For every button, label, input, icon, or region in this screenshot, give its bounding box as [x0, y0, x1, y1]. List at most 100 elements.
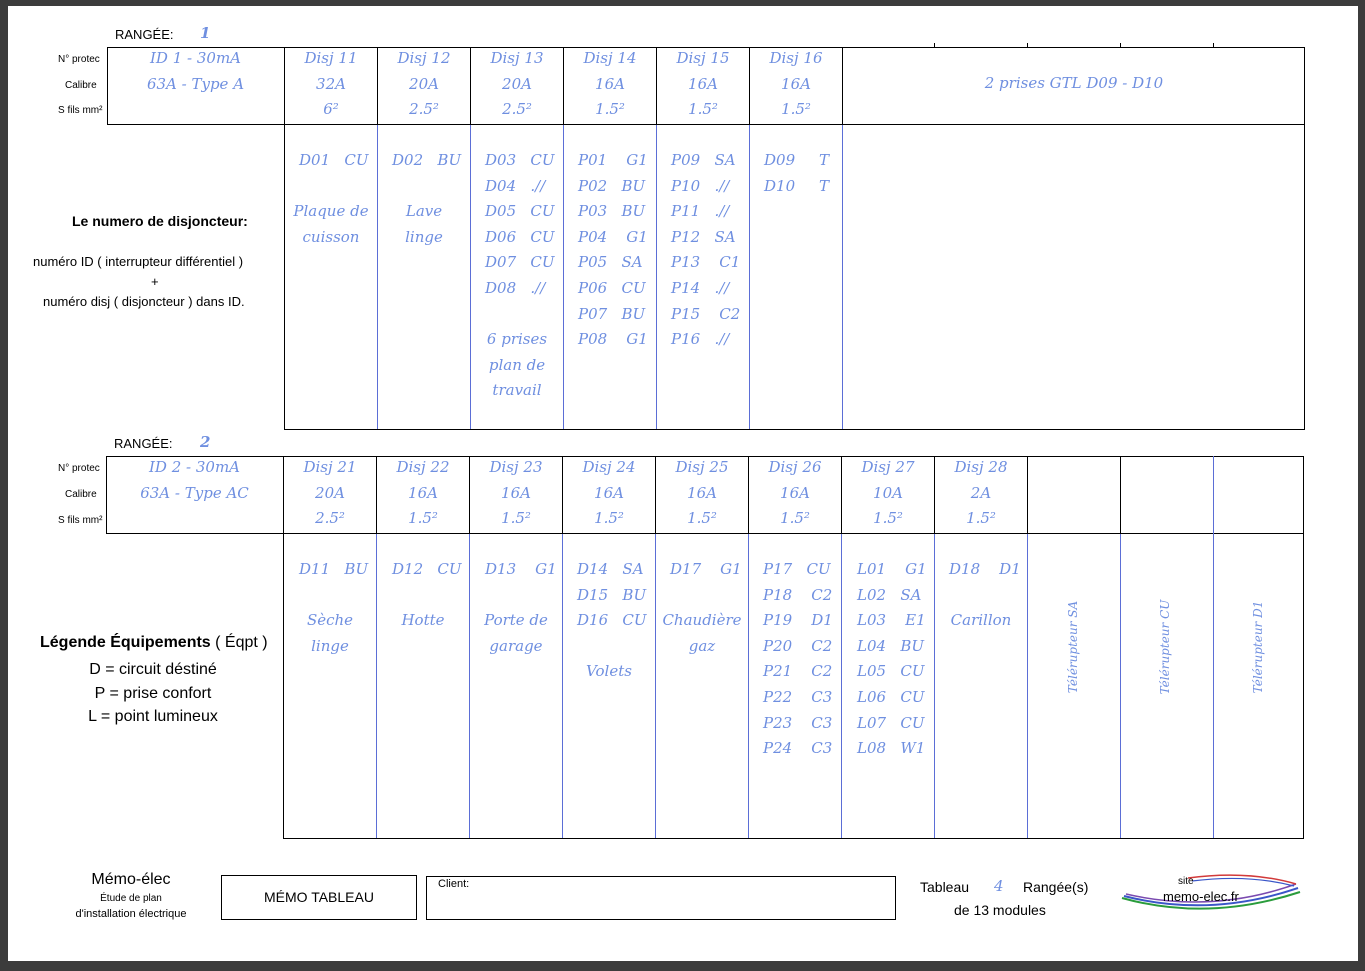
- row2-circuits: D13 G1: [485, 560, 557, 578]
- row2-number: 2: [200, 433, 211, 451]
- row2-col-line: [841, 534, 842, 838]
- row2-circuits: D18 D1: [949, 560, 1021, 578]
- row1-circuits: D02 BU: [392, 151, 462, 169]
- breaker-amp: 16A: [780, 483, 810, 502]
- breaker-name: Disj 15: [676, 49, 730, 67]
- row1-col-line: [842, 125, 843, 429]
- row1-id-protec: ID 1 - 30mA: [149, 49, 241, 67]
- row1-circuits: P01 G1 P02 BU P03 BU P04 G1 P05 SA P06 C…: [578, 151, 648, 349]
- legend-items: D = circuit déstiné P = prise confort L …: [28, 658, 278, 729]
- tableau-label: Tableau: [920, 879, 970, 895]
- brand-name: Mémo-élec: [91, 871, 171, 888]
- row1-side-calibre: Calibre: [65, 80, 97, 91]
- row2-sep: [1213, 456, 1214, 534]
- site-url[interactable]: memo-elec.fr: [1163, 889, 1239, 904]
- row1-circuits: D01 CU: [299, 151, 369, 169]
- brand-sub2: d'installation électrique: [75, 908, 187, 920]
- breaker-name: Disj 23: [489, 458, 543, 476]
- row2-side-protec: N° protec: [58, 463, 100, 474]
- breaker-amp: 10A: [873, 483, 903, 502]
- row1-breaker-header: Disj 13 20A 2.5²: [471, 46, 563, 123]
- breaker-name: Disj 21: [303, 458, 357, 476]
- vertical-label-d1: Télérupteur D1: [1251, 600, 1265, 694]
- breaker-amp: 16A: [595, 74, 625, 93]
- legend-item: P = prise confort: [94, 684, 212, 702]
- breaker-name: Disj 16: [769, 49, 823, 67]
- row2-col-line: [1213, 534, 1214, 838]
- row1-breaker-header: Disj 16 16A 1.5²: [750, 46, 842, 123]
- row2-breaker-header: Disj 26 16A 1.5²: [749, 455, 841, 532]
- breaker-wire: 1.5²: [595, 100, 625, 119]
- breaker-wire: 1.5²: [780, 509, 810, 528]
- legend-item: D = circuit déstiné: [89, 661, 217, 678]
- breaker-name: Disj 28: [954, 458, 1008, 476]
- row1-desc: 6 prises plan de travail: [486, 330, 548, 400]
- sheet: RANGÉE: 1 N° protec Calibre S fils mm² I…: [8, 6, 1358, 961]
- vertical-label-sa: Télérupteur SA: [1066, 600, 1080, 694]
- row2-sep: [1027, 456, 1028, 534]
- row2-desc: Sèche linge: [306, 611, 354, 655]
- breaker-amp: 16A: [408, 483, 438, 502]
- row2-col-line: [934, 534, 935, 838]
- breaker-amp: 16A: [594, 483, 624, 502]
- legend-title-rest: ( Éqpt ): [210, 634, 268, 651]
- breaker-wire: 6²: [323, 100, 339, 119]
- row2-col-line: [562, 534, 563, 838]
- client-label: Client:: [438, 878, 470, 890]
- row2-breaker-header: Disj 27 10A 1.5²: [842, 455, 934, 532]
- row2-desc: Porte de garage: [484, 611, 548, 655]
- row2-circuits: D14 SA D15 BU D16 CU: [577, 560, 647, 630]
- row2-desc: Volets: [586, 662, 632, 680]
- breaker-amp: 16A: [688, 74, 718, 93]
- breaker-amp: 2A: [970, 483, 992, 502]
- row2-circuits: L01 G1 L02 SA L03 E1 L04 BU L05 CU L06 C…: [857, 560, 927, 758]
- breaker-name: Disj 24: [582, 458, 636, 476]
- info-line1: numéro ID ( interrupteur différentiel ): [33, 254, 244, 269]
- row2-breaker-header: Disj 22 16A 1.5²: [377, 455, 469, 532]
- row2-side-wire: S fils mm²: [58, 515, 103, 526]
- breaker-amp: 20A: [409, 74, 439, 93]
- row2-col-line: [655, 534, 656, 838]
- breaker-amp: 16A: [501, 483, 531, 502]
- row1-circuits: D03 CU D04 .// D05 CU D06 CU D07 CU D08 …: [485, 151, 555, 297]
- row1-col-line: [749, 125, 750, 429]
- row1-id-cell: ID 1 - 30mA 63A - Type A: [107, 46, 284, 97]
- breaker-wire: 1.5²: [873, 509, 903, 528]
- breaker-wire: 2.5²: [315, 509, 345, 528]
- breaker-amp: 32A: [316, 74, 346, 93]
- legend-item: L = point lumineux: [88, 708, 218, 725]
- brand-sub1: Étude de plan: [100, 893, 162, 904]
- row2-sep: [1120, 456, 1121, 534]
- breaker-name: Disj 14: [583, 49, 637, 67]
- row1-side-wire: S fils mm²: [58, 105, 103, 116]
- row2-col-line: [376, 534, 377, 838]
- row1-id-calibre: 63A - Type A: [146, 74, 245, 93]
- breaker-wire: 1.5²: [501, 509, 531, 528]
- breaker-amp: 16A: [687, 483, 717, 502]
- row2-breaker-header: Disj 28 2A 1.5²: [935, 455, 1027, 532]
- row2-circuits: P17 CU P18 C2 P19 D1 P20 C2 P21 C2 P22 C…: [763, 560, 833, 758]
- row1-col-line: [377, 125, 378, 429]
- rangees-label: Rangée(s): [1023, 879, 1089, 895]
- row2-breaker-header: Disj 21 20A 2.5²: [284, 455, 376, 532]
- row2-id-calibre: 63A - Type AC: [140, 483, 249, 502]
- breaker-wire: 1.5²: [408, 509, 438, 528]
- row1-side-protec: N° protec: [58, 54, 100, 65]
- breaker-name: Disj 22: [396, 458, 450, 476]
- client-field[interactable]: Client:: [426, 876, 896, 920]
- row2-col-line: [748, 534, 749, 838]
- row2-col-line: [469, 534, 470, 838]
- row2-desc: Carillon: [950, 611, 1012, 629]
- legend-title-bold: Légende Équipements: [40, 634, 211, 651]
- row1-circuits: P09 SA P10 .// P11 .// P12 SA P13 C1 P14…: [671, 151, 741, 349]
- row2-col-line: [1027, 534, 1028, 838]
- row2-desc: Chaudière gaz: [662, 611, 742, 655]
- row1-breaker-header: Disj 12 20A 2.5²: [378, 46, 470, 123]
- row2-col-line: [1120, 534, 1121, 838]
- memo-tableau-title: MÉMO TABLEAU: [264, 889, 374, 905]
- row1-desc: Plaque de cuisson: [293, 202, 369, 246]
- row1-desc: Lave linge: [405, 202, 443, 246]
- row2-side-calibre: Calibre: [65, 489, 97, 500]
- modules-label: de 13 modules: [954, 902, 1046, 918]
- breaker-name: Disj 25: [675, 458, 729, 476]
